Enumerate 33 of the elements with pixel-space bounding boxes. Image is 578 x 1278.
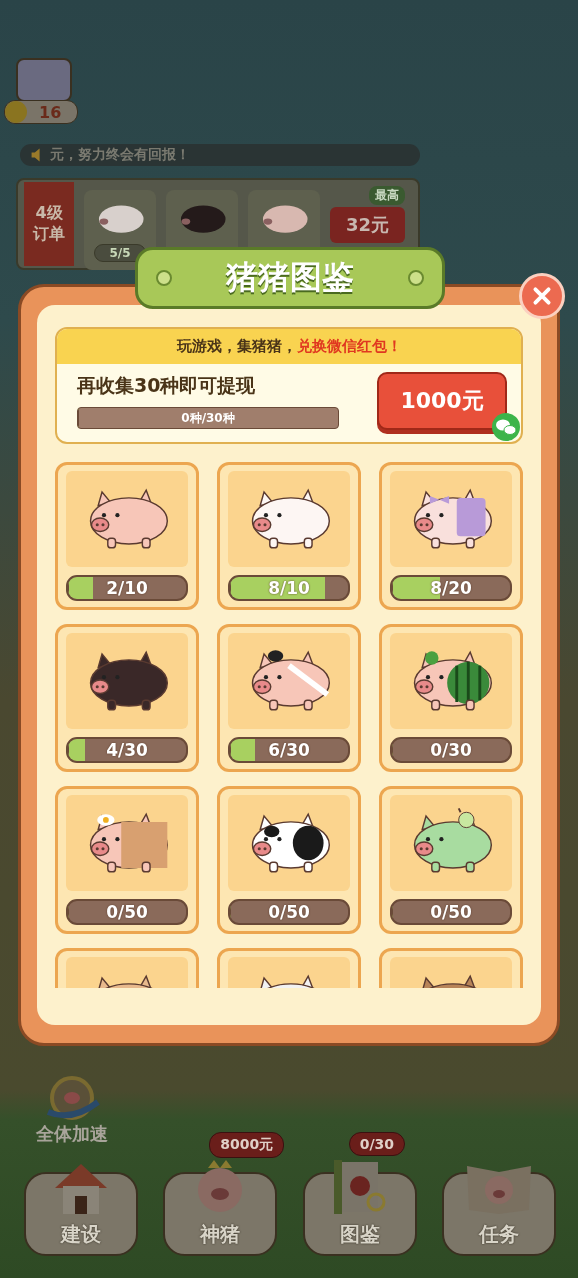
pig-card[interactable]: 0/50 [379,786,523,934]
nav-badge: 0/30 [348,1132,405,1156]
chat-icon [491,412,521,442]
pig-card[interactable]: 0/50 [217,786,361,934]
coin-counter: 16 [4,100,78,124]
speedup-label[interactable]: 全体加速 [36,1122,108,1146]
slogan-text: 玩游戏，集猪猪，兑换微信红包！ [57,329,521,364]
pig-card[interactable]: 6/30 [217,624,361,772]
nav-badge: 8000元 [209,1132,285,1158]
pig-card[interactable]: 4/30 [55,624,199,772]
pig-progress-bar: 0/50 [228,899,350,925]
pig-progress-bar: 6/30 [228,737,350,763]
pig-progress-bar: 0/50 [390,899,512,925]
pig-card[interactable]: 2/10 [55,462,199,610]
pig-progress-bar: 2/10 [66,575,188,601]
close-icon [531,285,553,307]
coin-icon [5,101,27,123]
order-title: 订单 [33,224,65,245]
top-tag: 最高 [369,186,406,205]
order-level: 4级 [35,203,63,224]
pig-progress-bar: 8/10 [228,575,350,601]
pig-card[interactable]: 0/30 [379,624,523,772]
dialog-title: 猪猪图鉴 [135,247,445,309]
pig-card[interactable]: 0/50 [55,786,199,934]
collection-progress-bar: 0种/30种 [77,407,339,429]
goal-text: 再收集30种即可提现 [77,373,257,398]
pig-progress-bar: 0/50 [66,899,188,925]
avatar-placeholder[interactable] [16,58,72,102]
notice-text: 元，努力终会有回报！ [50,146,190,164]
pig-progress-bar: 4/30 [66,737,188,763]
order-count: 5/5 [94,244,146,262]
reward-button[interactable]: 32元 [330,207,406,243]
pig-progress-bar: 0/30 [390,737,512,763]
